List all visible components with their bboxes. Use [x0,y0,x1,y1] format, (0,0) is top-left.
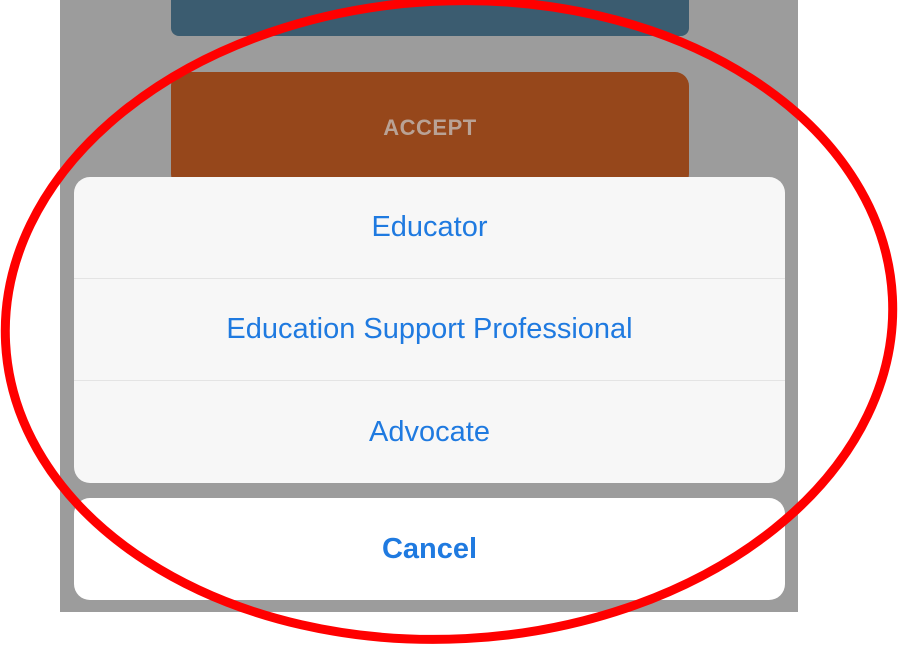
top-button [171,0,689,36]
dimmed-screen: ACCEPT Educator Education Support Profes… [60,0,798,612]
option-advocate[interactable]: Advocate [74,381,785,483]
accept-button: ACCEPT [171,72,689,188]
option-educator[interactable]: Educator [74,177,785,279]
cancel-button[interactable]: Cancel [74,498,785,600]
option-education-support-professional[interactable]: Education Support Professional [74,279,785,381]
action-sheet-options: Educator Education Support Professional … [74,177,785,483]
